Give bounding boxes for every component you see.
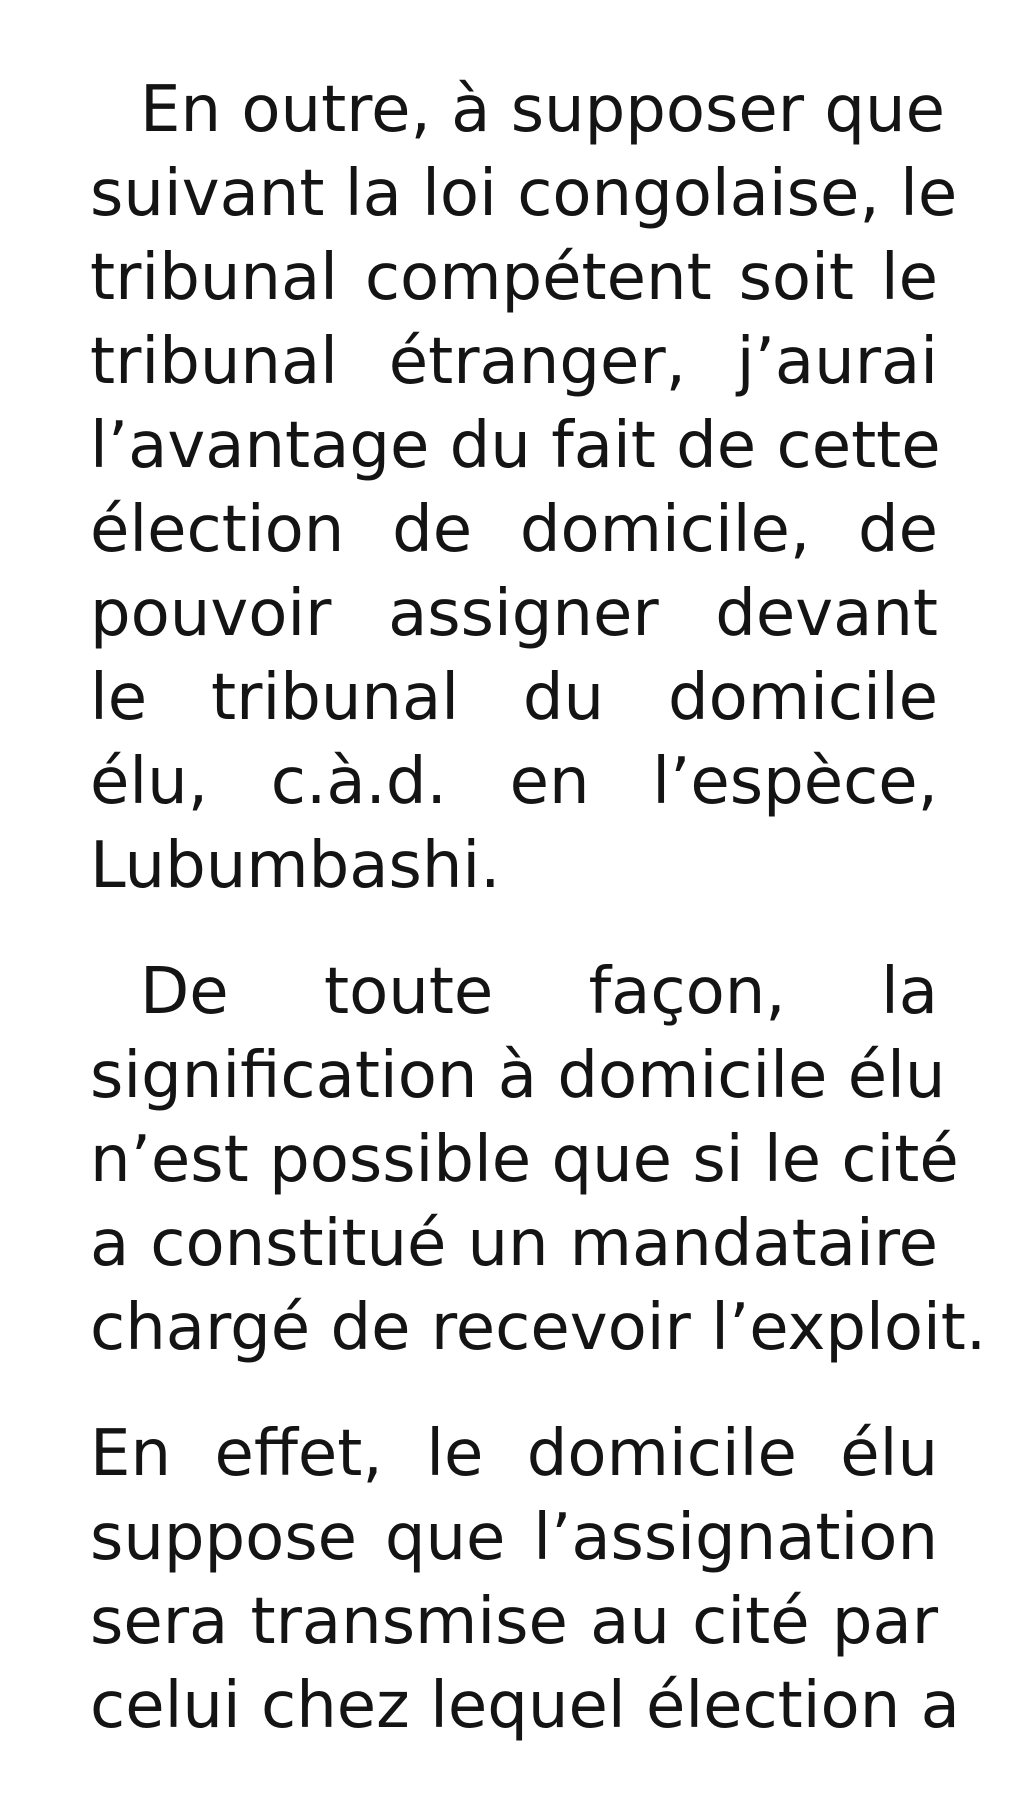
paragraph-2: De toute façon, la signification à domic… <box>90 950 987 1370</box>
text-line: En outre, à supposer que <box>140 73 945 147</box>
text-line: En effet, le domicile élu <box>90 1417 938 1491</box>
text-line: suppose que l’assignation <box>90 1501 938 1575</box>
text-line: élection de domicile, de <box>90 493 938 567</box>
text-line: l’avantage du fait de cette <box>90 409 941 483</box>
text-line: élu, c.à.d. en l’espèce, <box>90 745 938 819</box>
text-line: le tribunal du domicile <box>90 661 938 735</box>
text-line: a constitué un mandataire <box>90 1207 938 1281</box>
text-line: celui chez lequel élection a <box>90 1669 960 1743</box>
paragraph-1: En outre, à supposer que suivant la loi … <box>90 68 958 908</box>
document-page: En outre, à supposer que suivant la loi … <box>0 0 1012 1800</box>
text-line: signification à domicile élu <box>90 1039 946 1113</box>
text-line: suivant la loi congolaise, le <box>90 157 958 231</box>
text-line: pouvoir assigner devant <box>90 577 938 651</box>
text-line: tribunal étranger, j’aurai <box>90 325 938 399</box>
paragraph-3: En effet, le domicile élu suppose que l’… <box>90 1412 960 1748</box>
text-line: Lubumbashi. <box>90 829 501 903</box>
text-line: De toute façon, la <box>140 955 938 1029</box>
text-line: sera transmise au cité par <box>90 1585 938 1659</box>
text-line: chargé de recevoir l’exploit. <box>90 1291 987 1365</box>
text-line: tribunal compétent soit le <box>90 241 938 315</box>
text-line: n’est possible que si le cité <box>90 1123 959 1197</box>
